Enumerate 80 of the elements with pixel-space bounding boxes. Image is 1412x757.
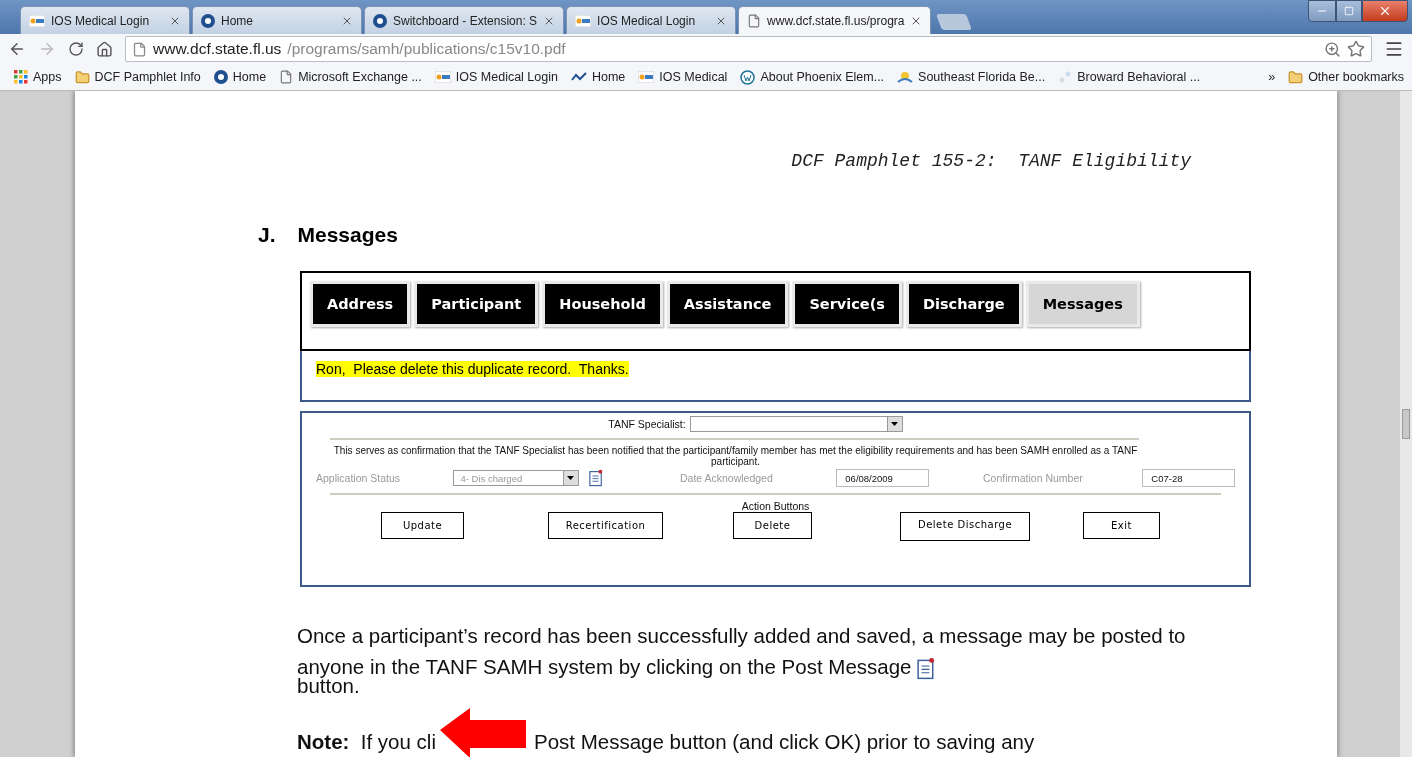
note-pin-icon [917, 657, 936, 680]
browser-tab[interactable]: IOS Medical Login [20, 6, 190, 34]
browser-tab[interactable]: Home [192, 6, 362, 34]
page-header: DCF Pamphlet 155-2: TANF Eligibility [790, 151, 1192, 171]
form-tab[interactable]: Assistance [669, 284, 786, 324]
browser-tab[interactable]: www.dcf.state.fl.us/progra [738, 6, 932, 34]
page-icon [747, 13, 762, 28]
scrollbar[interactable] [1400, 91, 1412, 757]
menu-icon[interactable] [1384, 39, 1404, 59]
restore-icon [1344, 6, 1354, 16]
bookmark[interactable]: DCF Pamphlet Info [74, 69, 201, 85]
logo-icon [213, 70, 228, 84]
form-tab[interactable]: Messages [1028, 284, 1137, 324]
address-bar[interactable]: www.dcf.state.fl.us /programs/samh/publications/c15v10.pdf [125, 36, 1372, 62]
bookmark[interactable]: IOS Medical [638, 70, 728, 84]
bookmark[interactable]: About Phoenix Elem... [740, 69, 885, 85]
logo-icon [201, 13, 215, 28]
date-field[interactable]: 06/08/2009 [836, 469, 929, 487]
arrow-icon [440, 708, 526, 757]
logo-icon [29, 14, 45, 27]
form-tab[interactable]: Household [545, 284, 660, 324]
reload-icon[interactable] [68, 41, 84, 57]
field-label: Confirmation Number [982, 472, 1084, 484]
section-title: Messages [297, 223, 398, 247]
field-label: TANF Specialist: [608, 418, 686, 430]
close-icon [1378, 4, 1392, 18]
bookmark-folder[interactable]: Other bookmarks [1288, 69, 1404, 85]
logo-icon [638, 71, 655, 83]
form-tab[interactable]: Participant [417, 284, 536, 324]
restore-button[interactable] [1336, 0, 1362, 22]
bookmark[interactable]: IOS Medical Login [434, 70, 558, 84]
bookmark[interactable]: Broward Behavioral ... [1058, 70, 1201, 84]
browser-tab[interactable]: IOS Medical Login [566, 6, 737, 34]
caret-icon [567, 476, 575, 480]
folder-icon [74, 69, 90, 85]
sun-icon [897, 69, 914, 85]
specialist-select[interactable] [689, 416, 903, 432]
logo-icon [740, 69, 756, 85]
close-button[interactable] [1362, 0, 1408, 22]
star-icon[interactable] [1347, 40, 1365, 58]
bookmark[interactable]: Microsoft Exchange ... [279, 70, 422, 84]
section-number: J. [258, 223, 276, 247]
folder-icon [1288, 69, 1304, 85]
logo-icon [575, 14, 592, 27]
logo-icon [434, 71, 451, 83]
new-tab-button[interactable] [936, 14, 973, 30]
minimize-button[interactable] [1308, 0, 1336, 22]
field-label: Date Acknowledged [679, 472, 774, 484]
wave-icon [570, 72, 587, 82]
dots-icon [1058, 70, 1073, 84]
note-pin-icon [588, 469, 603, 487]
form-tab[interactable]: Discharge [908, 284, 1019, 324]
form-tab[interactable]: Address [313, 284, 408, 324]
bookmark[interactable]: Apps [14, 70, 62, 84]
bookmark[interactable]: Home [570, 70, 626, 84]
zoom-icon[interactable] [1324, 40, 1341, 58]
note-text: Note: If you cli [297, 730, 436, 754]
action-button[interactable]: Update [381, 512, 464, 539]
note-text: Post Message button (and click OK) prior to saving any [534, 730, 1035, 754]
field-label: Application Status [316, 472, 402, 484]
confirmation-field[interactable]: C07-28 [1142, 469, 1235, 487]
overflow-button[interactable]: » [1268, 70, 1276, 84]
bookmark[interactable]: Home [213, 70, 267, 84]
logo-icon [373, 13, 387, 28]
message-text: Ron, Please delete this duplicate record. Thanks. [316, 361, 629, 377]
browser-tab[interactable]: Switchboard - Extension: S [364, 6, 565, 34]
page-icon [279, 70, 294, 84]
action-button[interactable]: Delete Discharge [900, 512, 1030, 541]
action-button[interactable]: Exit [1083, 512, 1160, 539]
form-tab[interactable]: Service(s [795, 284, 899, 324]
action-button[interactable]: Recertification [548, 512, 663, 539]
page-icon [132, 41, 147, 57]
confirmation-text: This serves as confirmation that the TANF Specialist has been notified that the participant/family member has met the eligibility requirements and has been SAMH enrolled as a TANF participant. [332, 445, 1139, 467]
caret-icon [891, 422, 899, 426]
grid-icon [14, 70, 28, 84]
back-icon[interactable] [8, 40, 26, 58]
section-label: Action Buttons [740, 500, 811, 512]
bookmark[interactable]: Southeast Florida Be... [897, 69, 1046, 85]
action-button[interactable]: Delete [733, 512, 812, 539]
home-icon[interactable] [96, 40, 113, 58]
